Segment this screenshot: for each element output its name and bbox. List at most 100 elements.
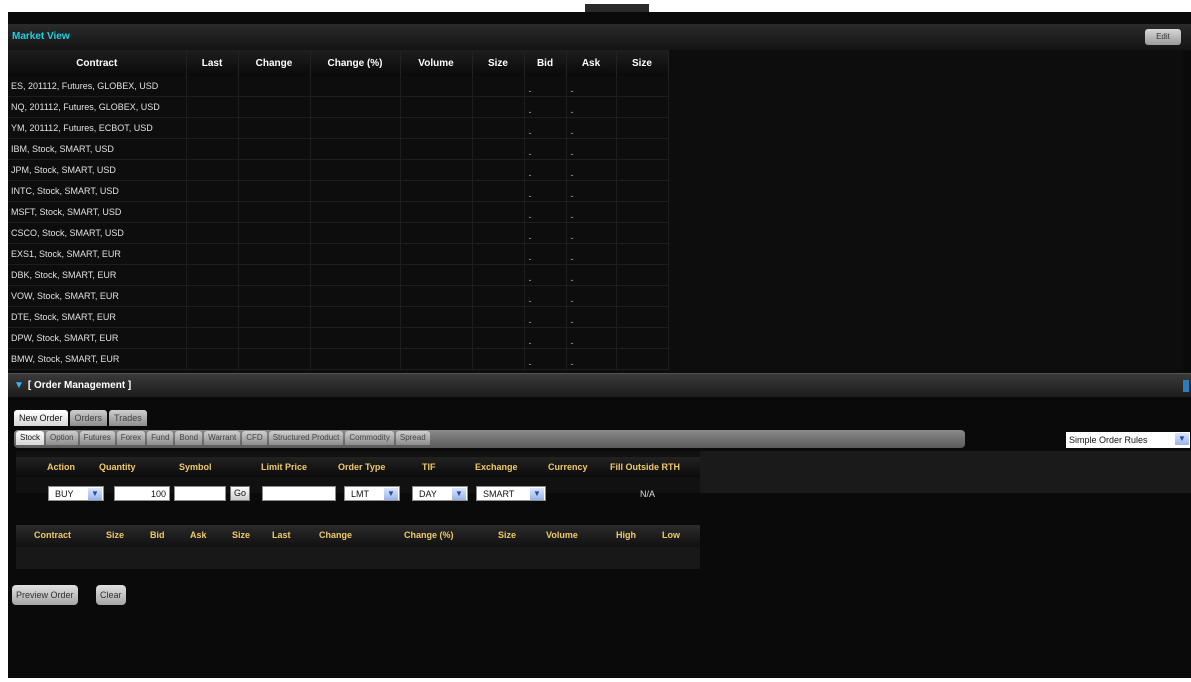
table-row[interactable]: MSFT, Stock, SMART, USD - -: [8, 201, 669, 223]
subtab-commodity[interactable]: Commodity: [345, 431, 394, 445]
subtab-bond[interactable]: Bond: [175, 431, 203, 445]
table-cell: [616, 76, 669, 97]
quote-col-bid: Bid: [150, 530, 165, 540]
subtab-structured-product[interactable]: Structured Product: [268, 431, 344, 445]
quote-col-size-2: Size: [232, 530, 251, 540]
table-row[interactable]: BMW, Stock, SMART, EUR - -: [8, 348, 669, 370]
table-cell: [616, 264, 669, 286]
market-col-header[interactable]: Contract: [8, 50, 187, 76]
table-cell: [186, 306, 239, 328]
tab-trades[interactable]: Trades: [109, 410, 147, 426]
market-col-header[interactable]: Size: [472, 50, 525, 76]
action-select[interactable]: BUY ▼: [48, 486, 104, 501]
table-cell: [472, 222, 525, 244]
order-management-header[interactable]: ▼[ Order Management ]: [8, 373, 1191, 398]
contract-cell: MSFT, Stock, SMART, USD: [8, 201, 187, 223]
table-cell: [472, 180, 525, 202]
subtab-fund[interactable]: Fund: [147, 431, 174, 445]
go-button[interactable]: Go: [230, 486, 250, 501]
preview-order-button[interactable]: Preview Order: [12, 585, 78, 605]
table-cell: [186, 243, 239, 265]
clear-button[interactable]: Clear: [96, 585, 126, 605]
table-cell: [472, 264, 525, 286]
market-col-header[interactable]: Ask: [566, 50, 617, 76]
tif-select[interactable]: DAY ▼: [412, 486, 468, 501]
market-col-header[interactable]: Volume: [400, 50, 473, 76]
table-cell: [310, 327, 401, 349]
quote-col-ask: Ask: [190, 530, 207, 540]
market-col-header[interactable]: Change (%): [310, 50, 401, 76]
table-cell: [472, 138, 525, 160]
subtab-stock[interactable]: Stock: [16, 431, 45, 445]
table-row[interactable]: DTE, Stock, SMART, EUR - -: [8, 306, 669, 328]
tab-orders[interactable]: Orders: [69, 410, 108, 426]
table-row[interactable]: ES, 201112, Futures, GLOBEX, USD - -: [8, 76, 669, 97]
ask-cell: -: [566, 243, 617, 265]
market-col-header[interactable]: Size: [616, 50, 669, 76]
subtab-cfd[interactable]: CFD: [242, 431, 267, 445]
market-view-table: Contract Last Change Change (%) Volume Size Bi…: [8, 50, 669, 370]
table-cell: [238, 222, 311, 244]
subtab-futures[interactable]: Futures: [79, 431, 115, 445]
quote-col-contract: Contract: [34, 530, 72, 540]
table-row[interactable]: DPW, Stock, SMART, EUR - -: [8, 327, 669, 349]
col-header-symbol: Symbol: [179, 462, 212, 472]
table-row[interactable]: CSCO, Stock, SMART, USD - -: [8, 222, 669, 244]
table-cell: [472, 96, 525, 118]
table-cell: [186, 76, 239, 97]
order-type-value: LMT: [351, 489, 369, 499]
contract-cell: DBK, Stock, SMART, EUR: [8, 264, 187, 286]
table-cell: [472, 348, 525, 370]
table-cell: [400, 222, 473, 244]
subtab-warrant[interactable]: Warrant: [204, 431, 241, 445]
col-header-fill-outside-rth: Fill Outside RTH: [610, 462, 681, 472]
table-row[interactable]: YM, 201112, Futures, ECBOT, USD - -: [8, 117, 669, 139]
order-rules-select[interactable]: Simple Order Rules ▼: [1066, 432, 1190, 448]
quantity-input[interactable]: 100: [114, 486, 170, 501]
table-cell: [400, 264, 473, 286]
subtab-option[interactable]: Option: [46, 431, 78, 445]
chevron-down-icon: ▼: [530, 488, 544, 500]
contract-cell: IBM, Stock, SMART, USD: [8, 138, 187, 160]
table-cell: [186, 180, 239, 202]
collapse-arrow-icon[interactable]: ▼: [14, 380, 24, 391]
table-cell: [616, 138, 669, 160]
limit-price-input[interactable]: [262, 486, 336, 501]
bid-cell: -: [524, 180, 567, 202]
table-cell: [400, 138, 473, 160]
market-col-header[interactable]: Last: [186, 50, 239, 76]
quote-row: [16, 547, 700, 569]
subtab-forex[interactable]: Forex: [116, 431, 146, 445]
contract-cell: DTE, Stock, SMART, EUR: [8, 306, 187, 328]
table-row[interactable]: JPM, Stock, SMART, USD - -: [8, 159, 669, 181]
market-col-header[interactable]: Change: [238, 50, 311, 76]
table-row[interactable]: INTC, Stock, SMART, USD - -: [8, 180, 669, 202]
table-cell: [186, 285, 239, 307]
edit-button[interactable]: Edit: [1145, 29, 1181, 45]
table-row[interactable]: EXS1, Stock, SMART, EUR - -: [8, 243, 669, 265]
table-cell: [400, 243, 473, 265]
table-cell: [472, 117, 525, 139]
market-col-header[interactable]: Bid: [524, 50, 567, 76]
table-row[interactable]: DBK, Stock, SMART, EUR - -: [8, 264, 669, 286]
table-cell: [310, 348, 401, 370]
table-row[interactable]: NQ, 201112, Futures, GLOBEX, USD - -: [8, 96, 669, 118]
table-cell: [472, 201, 525, 223]
symbol-input[interactable]: [174, 486, 226, 501]
ask-cell: -: [566, 201, 617, 223]
exchange-select[interactable]: SMART ▼: [476, 486, 546, 501]
table-row[interactable]: VOW, Stock, SMART, EUR - -: [8, 285, 669, 307]
col-header-order-type: Order Type: [338, 462, 386, 472]
tab-new-order[interactable]: New Order: [14, 410, 68, 426]
table-cell: [400, 327, 473, 349]
table-cell: [472, 76, 525, 97]
table-row[interactable]: IBM, Stock, SMART, USD - -: [8, 138, 669, 160]
order-type-select[interactable]: LMT ▼: [344, 486, 400, 501]
quote-col-change: Change: [319, 530, 353, 540]
bid-cell: -: [524, 201, 567, 223]
panel-resize-icon[interactable]: [1183, 380, 1189, 392]
window-tab[interactable]: [585, 4, 649, 12]
ask-cell: -: [566, 306, 617, 328]
contract-cell: INTC, Stock, SMART, USD: [8, 180, 187, 202]
subtab-spread[interactable]: Spread: [395, 431, 430, 445]
